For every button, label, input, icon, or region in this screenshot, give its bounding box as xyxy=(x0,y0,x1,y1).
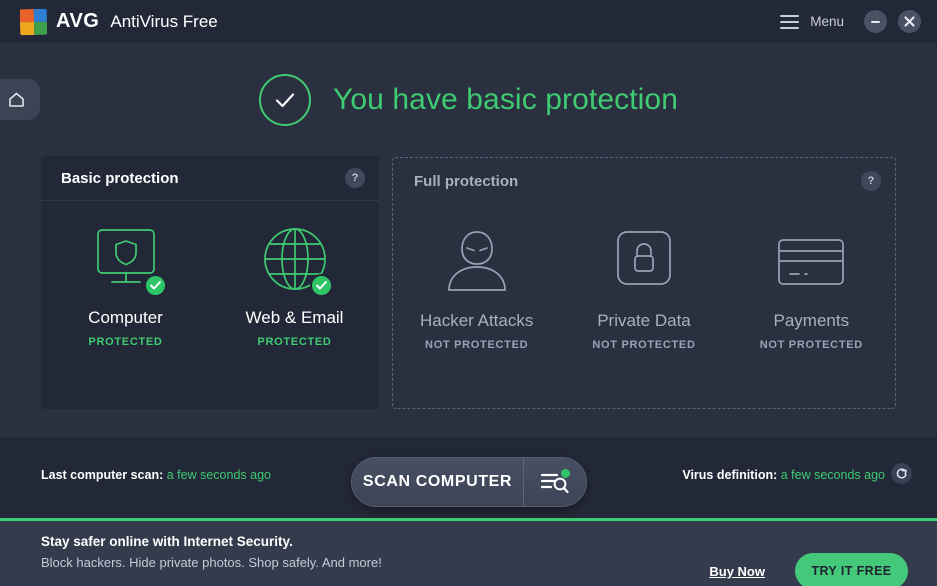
brand: AVG AntiVirus Free xyxy=(19,8,218,35)
tile-status: NOT PROTECTED xyxy=(425,339,529,351)
basic-protection-help-button[interactable]: ? xyxy=(345,168,365,188)
globe-icon xyxy=(261,223,333,297)
tile-status: NOT PROTECTED xyxy=(759,339,863,351)
avg-antivirus-window: AVG AntiVirus Free Menu You have basic p… xyxy=(0,0,937,586)
status-headline: You have basic protection xyxy=(333,83,678,116)
check-badge-icon xyxy=(143,274,167,297)
last-scan-info: Last computer scan: a few seconds ago xyxy=(41,468,271,482)
basic-protection-tiles: Computer PROTECTED Web & Email PROTECTED xyxy=(41,201,379,408)
full-protection-panel: Full protection ? Hacker Attacks NOT PRO… xyxy=(392,157,896,409)
virus-definition-label: Virus definition: xyxy=(682,468,778,482)
protection-status: You have basic protection xyxy=(0,74,937,126)
hamburger-menu-icon[interactable] xyxy=(780,14,800,29)
title-bar: AVG AntiVirus Free Menu xyxy=(0,0,937,43)
promo-banner: Stay safer online with Internet Security… xyxy=(0,521,937,586)
full-protection-title: Full protection xyxy=(414,172,519,190)
check-circle-icon xyxy=(259,74,312,126)
promo-title: Stay safer online with Internet Security… xyxy=(41,534,293,549)
virus-definition-value: a few seconds ago xyxy=(780,468,885,482)
promo-subtitle: Block hackers. Hide private photos. Shop… xyxy=(41,555,382,570)
last-scan-label: Last computer scan: xyxy=(41,468,164,482)
computer-shield-icon xyxy=(89,223,167,297)
tile-label: Computer xyxy=(88,308,163,327)
promo-text: Stay safer online with Internet Security… xyxy=(41,534,382,570)
close-icon xyxy=(904,16,915,27)
product-name: AntiVirus Free xyxy=(110,11,218,31)
hacker-person-icon xyxy=(441,226,513,298)
refresh-button[interactable] xyxy=(891,463,912,484)
tile-hacker-attacks[interactable]: Hacker Attacks NOT PROTECTED xyxy=(393,204,560,409)
tile-status: NOT PROTECTED xyxy=(592,339,696,351)
credit-card-icon xyxy=(773,226,849,298)
full-protection-header: Full protection ? xyxy=(393,158,895,204)
menu-button[interactable]: Menu xyxy=(810,14,844,29)
scan-computer-button[interactable]: SCAN COMPUTER xyxy=(351,457,587,507)
check-badge-icon xyxy=(309,274,333,297)
close-button[interactable] xyxy=(898,10,921,33)
tile-private-data[interactable]: Private Data NOT PROTECTED xyxy=(560,204,727,409)
tile-web-and-email[interactable]: Web & Email PROTECTED xyxy=(210,201,379,408)
tile-status: PROTECTED xyxy=(257,336,332,348)
avg-logo-icon xyxy=(19,8,48,35)
scan-options-button[interactable] xyxy=(524,458,586,506)
basic-protection-title: Basic protection xyxy=(61,169,179,187)
tile-computer[interactable]: Computer PROTECTED xyxy=(41,201,210,408)
padlock-icon xyxy=(612,226,676,298)
tile-label: Hacker Attacks xyxy=(419,311,534,330)
scan-computer-label: SCAN COMPUTER xyxy=(362,473,513,490)
window-controls: Menu xyxy=(780,0,921,43)
last-scan-value: a few seconds ago xyxy=(166,468,271,482)
brand-mark: AVG xyxy=(56,10,100,32)
tile-payments[interactable]: Payments NOT PROTECTED xyxy=(728,204,895,409)
scan-status-dot xyxy=(561,469,570,478)
tile-label: Web & Email xyxy=(245,308,344,327)
buy-now-link[interactable]: Buy Now xyxy=(709,564,765,579)
tile-status: PROTECTED xyxy=(88,336,163,348)
full-protection-help-button[interactable]: ? xyxy=(861,171,881,191)
refresh-icon xyxy=(896,468,907,479)
basic-protection-panel: Basic protection ? Computer PROTECTED We… xyxy=(41,156,379,409)
tile-label: Private Data xyxy=(597,311,691,330)
tile-label: Payments xyxy=(773,311,850,330)
full-protection-tiles: Hacker Attacks NOT PROTECTED Private Dat… xyxy=(393,204,895,409)
minimize-button[interactable] xyxy=(864,10,887,33)
basic-protection-header: Basic protection ? xyxy=(41,156,379,201)
try-it-free-button[interactable]: TRY IT FREE xyxy=(795,553,908,586)
virus-definition-info: Virus definition: a few seconds ago xyxy=(682,468,885,482)
